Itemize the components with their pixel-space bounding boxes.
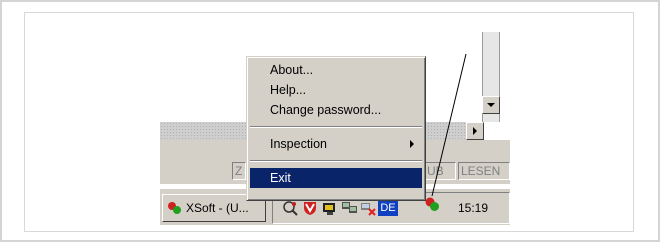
menu-item-change-password[interactable]: Change password... (250, 100, 422, 120)
menu-separator (250, 126, 422, 128)
menu-item-help[interactable]: Help... (250, 80, 422, 100)
menu-item-inspection[interactable]: Inspection (250, 134, 422, 154)
menu-item-inspection-label: Inspection (270, 137, 327, 151)
menu-separator (250, 160, 422, 162)
menu-item-about[interactable]: About... (250, 60, 422, 80)
tray-context-menu: About... Help... Change password... Insp… (246, 56, 426, 201)
menu-item-exit[interactable]: Exit (250, 168, 422, 188)
submenu-arrow-icon (410, 140, 414, 148)
